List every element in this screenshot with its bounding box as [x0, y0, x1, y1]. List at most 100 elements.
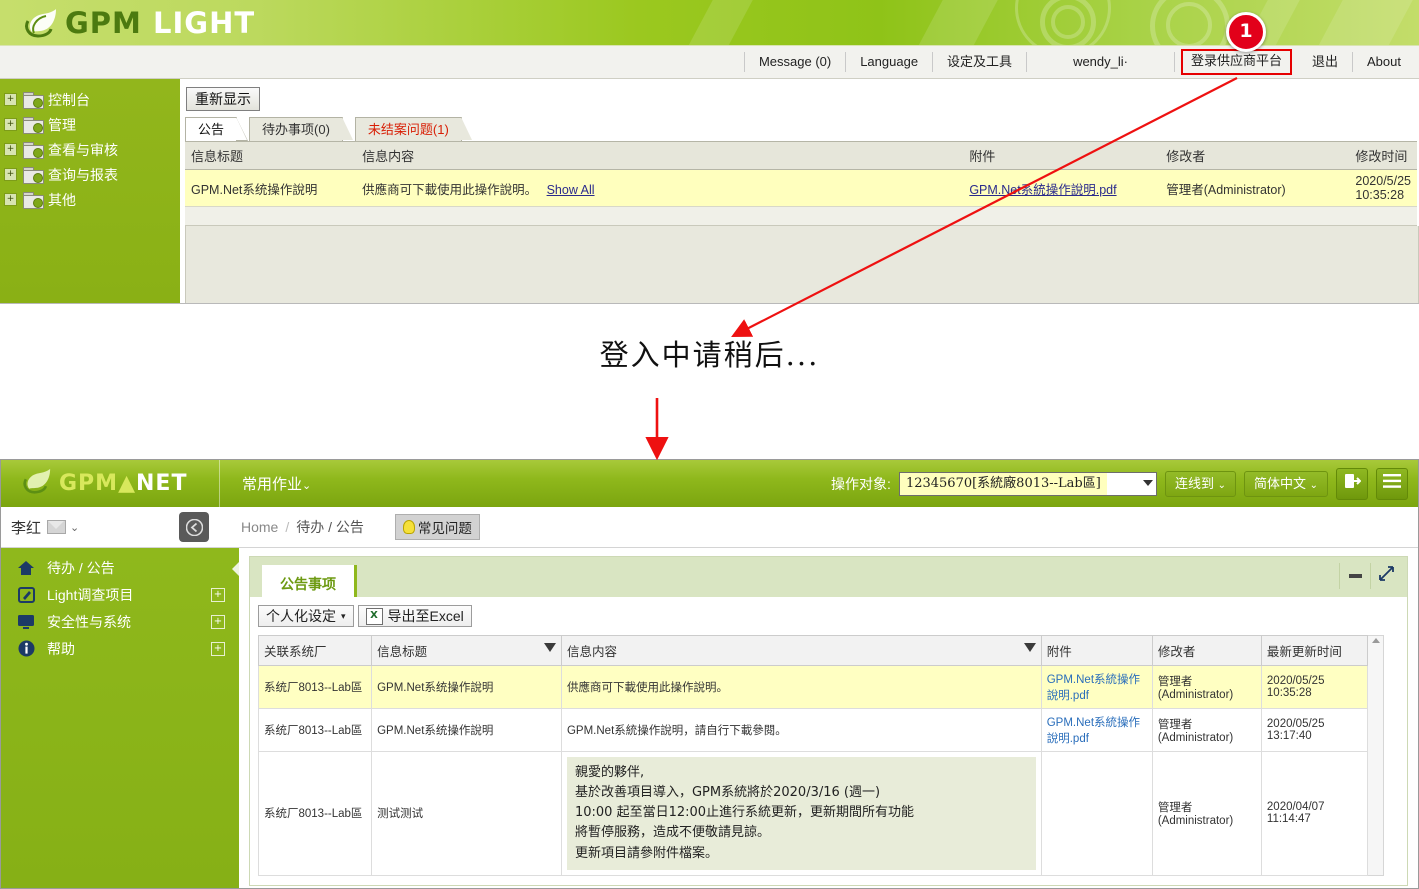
sidebar-item-label: 帮助 — [47, 640, 75, 657]
col-title[interactable]: 信息标题 — [371, 635, 562, 666]
expand-icon[interactable]: + — [211, 588, 225, 602]
user-area[interactable]: 李红 ⌄ — [1, 507, 219, 547]
col-content[interactable]: 信息内容 — [560, 635, 1042, 666]
nav-language[interactable]: Language — [846, 52, 934, 72]
cell-content-message: 親愛的夥伴, 基於改善項目導入，GPM系統將於2020/3/16 (週一) 10… — [566, 757, 1036, 870]
connect-to-button[interactable]: 连线到 ⌄ — [1164, 470, 1236, 497]
sidebar-item-other[interactable]: + 其他 — [0, 187, 180, 212]
cell-content: GPM.Net系統操作說明，請自行下載參閱。 — [560, 708, 1042, 752]
col-attachment[interactable]: 附件 — [963, 141, 1161, 170]
sidebar-item-review[interactable]: + 查看与审核 — [0, 137, 180, 162]
col-plant[interactable]: 关联系统厂 — [257, 635, 373, 666]
table-row[interactable]: GPM.Net系统操作說明 供應商可下載使用此操作說明。 Show All GP… — [185, 169, 1417, 207]
tab-label: 待办事项(0) — [262, 122, 330, 137]
scroll-up-icon[interactable] — [1371, 638, 1380, 643]
table-row[interactable]: 系统厂8013--Lab區 GPM.Net系统操作說明 供應商可下載使用此操作說… — [257, 665, 1369, 709]
breadcrumb-separator: / — [285, 519, 290, 535]
sidebar-item-help[interactable]: 帮助 + — [1, 635, 239, 662]
sidebar-item-todo-announcement[interactable]: 待办 / 公告 — [1, 554, 239, 581]
cell-attachment[interactable]: GPM.Net系統操作說明.pdf — [1040, 708, 1153, 752]
grid-vertical-scrollbar[interactable] — [1368, 635, 1384, 876]
cell-plant: 系统厂8013--Lab區 — [257, 708, 373, 752]
col-content[interactable]: 信息内容 — [356, 141, 964, 170]
gpm-net-logo[interactable]: GPM▲NET — [1, 468, 219, 499]
logo-text-gpm: GPM — [59, 471, 119, 496]
sidebar-collapse-button[interactable] — [179, 512, 209, 542]
top-sidebar: + 控制台 + 管理 + 查看与审核 + 查询与报表 + 其他 — [0, 79, 180, 303]
chevron-down-icon[interactable] — [1142, 479, 1153, 486]
nav-about[interactable]: About — [1353, 52, 1419, 72]
cell-title: GPM.Net系统操作說明 — [185, 169, 357, 207]
cell-modifier: 管理者(Administrator) — [1160, 169, 1350, 207]
object-select[interactable]: 12345670[系統廠8013--Lab區] — [898, 471, 1157, 496]
monitor-icon — [15, 614, 37, 630]
top-app-header: GPM LIGHT — [0, 0, 1419, 46]
col-modified-time[interactable]: 修改时间 — [1349, 141, 1417, 170]
personalize-settings-button[interactable]: 个人化设定 ▾ — [258, 605, 354, 627]
cell-attachment[interactable]: GPM.Net系統操作說明.pdf — [963, 169, 1161, 207]
refresh-button[interactable]: 重新显示 — [186, 87, 260, 111]
common-tasks-menu[interactable]: 常用作业⌄ — [220, 473, 311, 494]
sidebar-item-label: 查询与报表 — [48, 166, 118, 183]
nav-message[interactable]: Message (0) — [743, 52, 847, 72]
breadcrumb-current: 待办 / 公告 — [296, 519, 364, 535]
active-indicator — [232, 562, 239, 576]
sidebar-item-management[interactable]: + 管理 — [0, 112, 180, 137]
expand-icon[interactable]: + — [211, 615, 225, 629]
table-header-row: 信息标题 信息内容 附件 修改者 修改时间 — [185, 141, 1417, 170]
nav-settings-tools[interactable]: 设定及工具 — [933, 52, 1028, 72]
mail-icon[interactable] — [47, 520, 67, 534]
home-icon — [15, 560, 37, 576]
col-modifier[interactable]: 修改者 — [1160, 141, 1350, 170]
col-title[interactable]: 信息标题 — [185, 141, 357, 170]
sidebar-item-light-survey[interactable]: Light调查项目 + — [1, 581, 239, 608]
col-modifier[interactable]: 修改者 — [1151, 635, 1262, 666]
show-all-link[interactable]: Show All — [547, 183, 595, 197]
attachment-link[interactable]: GPM.Net系統操作說明.pdf — [969, 183, 1116, 197]
cell-title: GPM.Net系统操作說明 — [371, 708, 562, 752]
tab-todo[interactable]: 待办事项(0) — [249, 117, 354, 141]
logout-button[interactable] — [1336, 467, 1368, 500]
logout-icon — [1344, 473, 1361, 494]
expand-icon[interactable]: + — [4, 143, 17, 156]
tab-announcements[interactable]: 公告 — [185, 117, 249, 141]
col-attachment[interactable]: 附件 — [1040, 635, 1153, 666]
chevron-down-icon[interactable]: ⌄ — [70, 521, 79, 534]
panel-minimize-button[interactable] — [1339, 563, 1370, 589]
nav-user[interactable]: wendy_li· — [1027, 52, 1175, 72]
nav-logout[interactable]: 退出 — [1298, 52, 1354, 72]
expand-icon[interactable]: + — [4, 118, 17, 131]
expand-icon[interactable]: + — [4, 193, 17, 206]
top-tabs: 公告 待办事项(0) 未结案问题(1) — [185, 117, 1419, 141]
sidebar-item-query-report[interactable]: + 查询与报表 — [0, 162, 180, 187]
expand-icon[interactable]: + — [211, 642, 225, 656]
attachment-link[interactable]: GPM.Net系統操作說明.pdf — [1047, 717, 1140, 745]
menu-button[interactable] — [1376, 467, 1408, 500]
sidebar-item-security-system[interactable]: 安全性与系统 + — [1, 608, 239, 635]
attachment-link[interactable]: GPM.Net系統操作說明.pdf — [1047, 674, 1140, 702]
tab-open-issues[interactable]: 未结案问题(1) — [354, 117, 473, 141]
nav-supplier-platform-button[interactable]: 登录供应商平台 — [1180, 49, 1292, 75]
sidebar-item-label: 安全性与系统 — [47, 613, 131, 630]
logo-text-net: NET — [136, 471, 188, 496]
gpm-light-logo[interactable]: GPM LIGHT — [25, 5, 255, 41]
panel-maximize-button[interactable] — [1370, 563, 1401, 589]
table-row[interactable]: 系统厂8013--Lab區 测试测试 親愛的夥伴, 基於改善項目導入，GPM系統… — [257, 751, 1369, 876]
breadcrumb-home[interactable]: Home — [241, 519, 278, 535]
top-content-area: 重新显示 公告 待办事项(0) 未结案问题(1) 信息标题 信息内容 附件 修改… — [180, 79, 1419, 303]
cell-modifier: 管理者 (Administrator) — [1151, 708, 1262, 752]
cell-title: GPM.Net系统操作說明 — [371, 665, 562, 709]
sidebar-item-console[interactable]: + 控制台 — [0, 87, 180, 112]
col-updated[interactable]: 最新更新时间 — [1260, 635, 1369, 666]
tab-announcement-items[interactable]: 公告事项 — [262, 565, 357, 597]
filter-icon[interactable] — [543, 643, 556, 652]
cell-attachment[interactable]: GPM.Net系統操作說明.pdf — [1040, 665, 1153, 709]
faq-button[interactable]: 常见问题 — [394, 514, 480, 540]
table-row[interactable]: 系统厂8013--Lab區 GPM.Net系统操作說明 GPM.Net系統操作說… — [257, 708, 1369, 752]
expand-icon[interactable]: + — [4, 168, 17, 181]
language-button[interactable]: 简体中文 ⌄ — [1243, 470, 1328, 497]
filter-icon[interactable] — [1023, 643, 1036, 652]
export-excel-button[interactable]: X 导出至Excel — [357, 605, 472, 627]
gpm-net-window: GPM▲NET 常用作业⌄ 操作对象: 12345670[系統廠8013--La… — [0, 459, 1419, 889]
expand-icon[interactable]: + — [4, 93, 17, 106]
